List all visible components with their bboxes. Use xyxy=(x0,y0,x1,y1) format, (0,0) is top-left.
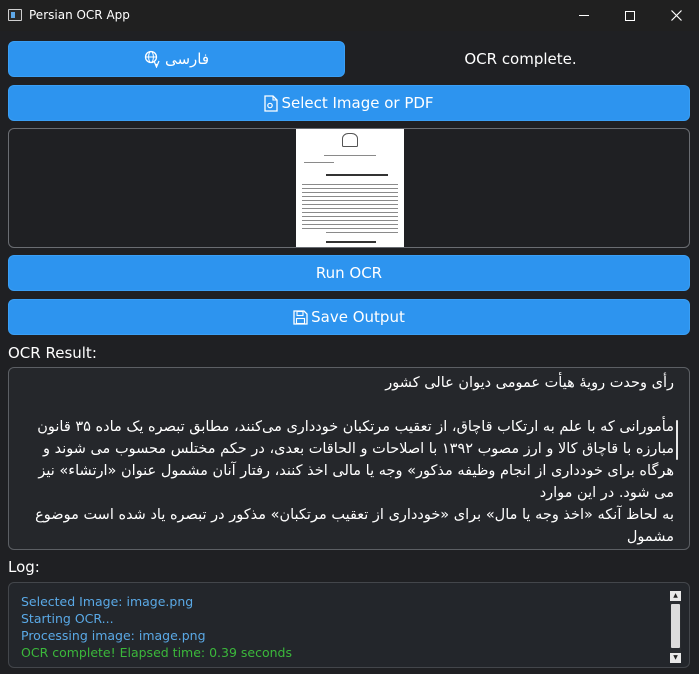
language-button[interactable]: فارسی xyxy=(8,41,345,77)
scroll-up-arrow-icon[interactable]: ▲ xyxy=(670,591,681,601)
save-output-button[interactable]: Save Output xyxy=(8,299,690,335)
log-line: Starting OCR... xyxy=(21,611,114,626)
minimize-button[interactable] xyxy=(561,0,607,31)
log-panel[interactable]: Selected Image: image.png Starting OCR..… xyxy=(8,582,690,668)
translate-icon xyxy=(144,50,162,68)
maximize-button[interactable] xyxy=(607,0,653,31)
run-ocr-button[interactable]: Run OCR xyxy=(8,255,690,291)
select-image-button[interactable]: Select Image or PDF xyxy=(8,85,690,121)
scroll-thumb[interactable] xyxy=(671,604,680,648)
title-bar: Persian OCR App xyxy=(0,0,699,31)
result-scrollbar[interactable] xyxy=(676,420,678,460)
minimize-icon xyxy=(579,15,589,16)
language-label: فارسی xyxy=(164,50,210,68)
select-image-label: Select Image or PDF xyxy=(281,94,434,112)
window-title: Persian OCR App xyxy=(29,8,130,22)
image-preview xyxy=(8,128,690,248)
file-image-icon xyxy=(264,94,279,112)
log-line-success: OCR complete! Elapsed time: 0.39 seconds xyxy=(21,645,292,660)
close-icon xyxy=(670,10,682,21)
document-thumbnail xyxy=(296,129,404,247)
save-output-label: Save Output xyxy=(311,308,405,326)
log-scrollbar[interactable]: ▲ ▼ xyxy=(670,591,681,663)
run-ocr-label: Run OCR xyxy=(315,264,383,282)
ocr-result-text: رأی وحدت رویهٔ هیأت عمومی دیوان عالی کشو… xyxy=(35,375,674,545)
ocr-result-textarea[interactable]: رأی وحدت رویهٔ هیأت عمومی دیوان عالی کشو… xyxy=(8,367,690,550)
ocr-result-label: OCR Result: xyxy=(8,344,97,362)
app-icon xyxy=(8,9,22,21)
log-line: Processing image: image.png xyxy=(21,628,206,643)
status-text: OCR complete. xyxy=(464,50,577,68)
maximize-icon xyxy=(625,10,635,21)
floppy-disk-icon xyxy=(293,309,308,325)
close-button[interactable] xyxy=(653,0,699,31)
log-label: Log: xyxy=(8,558,40,576)
log-line: Selected Image: image.png xyxy=(21,594,194,609)
scroll-down-arrow-icon[interactable]: ▼ xyxy=(670,653,681,663)
